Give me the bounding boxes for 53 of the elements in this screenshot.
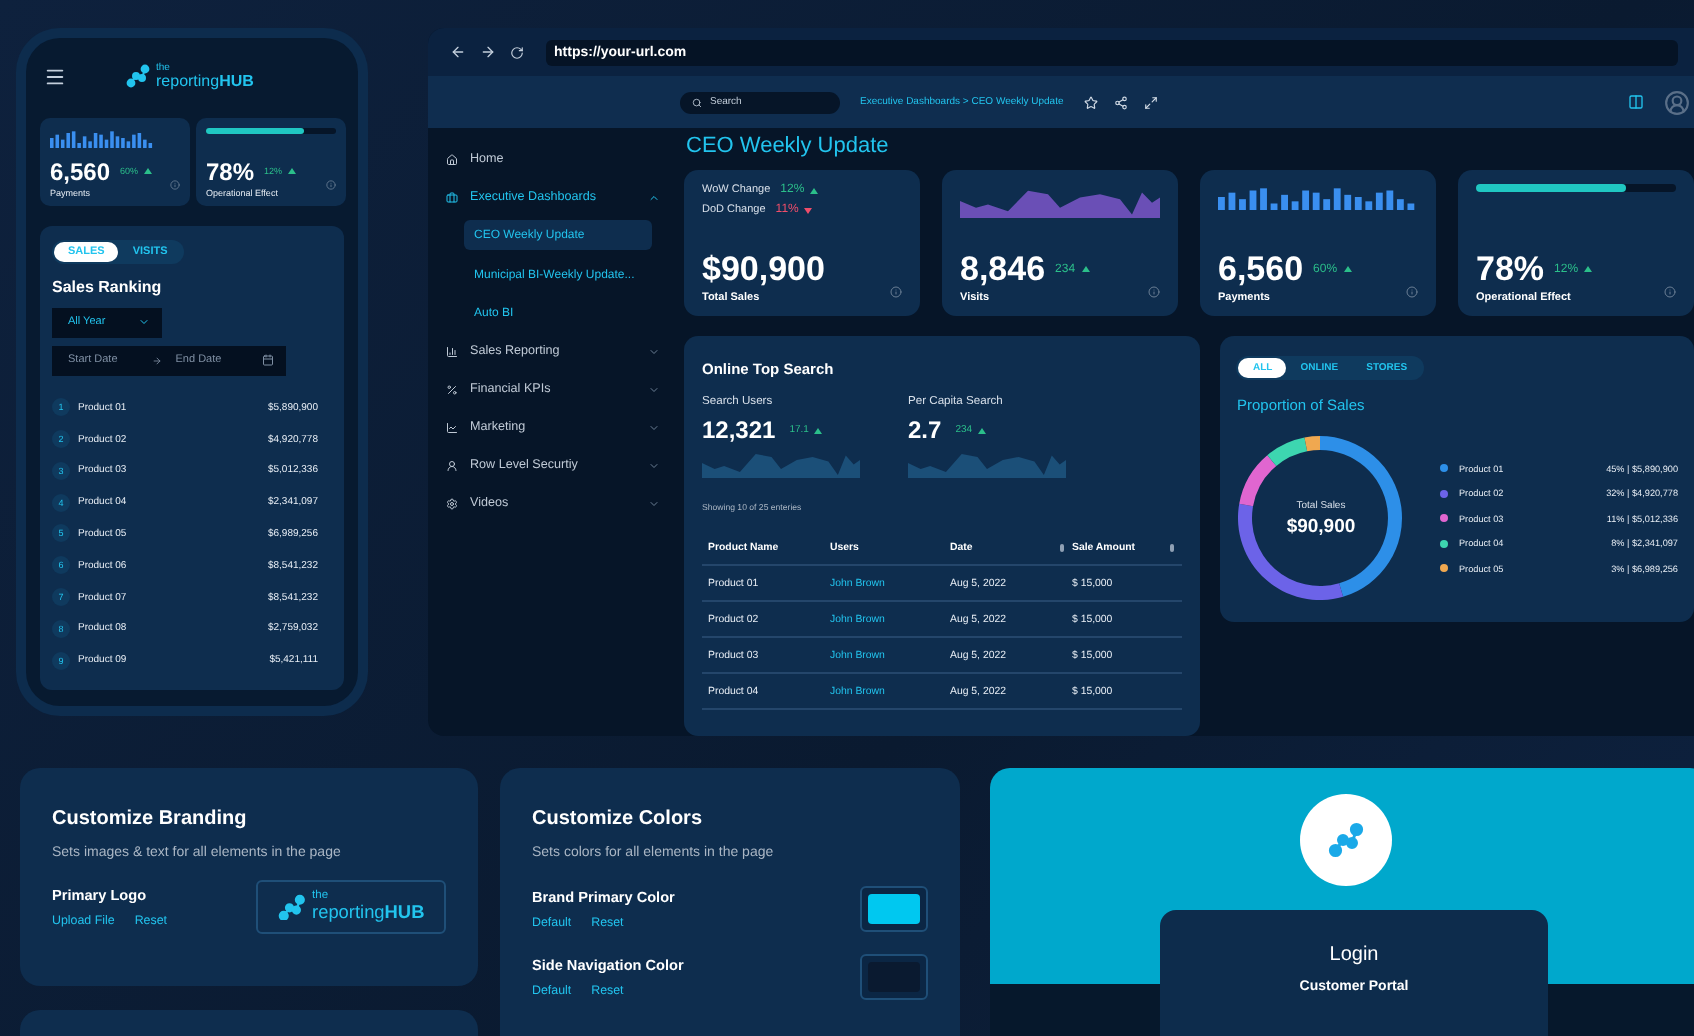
- chevron-down-icon: [648, 497, 660, 509]
- home-icon: [446, 153, 458, 165]
- star-icon[interactable]: [1083, 95, 1098, 109]
- avatar-icon[interactable]: [1664, 89, 1690, 115]
- info-icon[interactable]: [1406, 286, 1418, 298]
- gear-icon: [446, 497, 458, 509]
- chevron-down-icon: [648, 421, 660, 433]
- color-picker[interactable]: [860, 886, 928, 932]
- kpi-value: 8,846: [960, 252, 1046, 286]
- arrow-icon: [151, 355, 162, 366]
- logo-icon: [1328, 822, 1364, 858]
- logo-icon: [126, 64, 150, 89]
- kpi-value: 78%: [206, 157, 255, 186]
- sort-icon[interactable]: [1170, 543, 1175, 551]
- reload-icon[interactable]: [510, 45, 524, 59]
- kpi-value: 78%: [1476, 252, 1545, 286]
- kpi-value: 6,560: [50, 157, 111, 186]
- info-icon[interactable]: [1148, 286, 1160, 298]
- logo-text: reportingHUB: [156, 73, 254, 91]
- kpi-value: $90,900: [702, 252, 825, 286]
- login-title: Login: [1329, 944, 1379, 966]
- search-icon: [692, 97, 702, 107]
- page-title: CEO Weekly Update: [686, 134, 891, 158]
- info-icon[interactable]: [1664, 286, 1676, 298]
- user-icon: [446, 459, 458, 471]
- chevron-up-icon: [648, 191, 660, 203]
- back-icon[interactable]: [450, 44, 466, 60]
- caret-icon: [138, 316, 150, 329]
- line-chart-icon: [446, 421, 458, 433]
- briefcase-icon: [446, 191, 458, 203]
- logo-icon: [277, 893, 306, 921]
- share-icon[interactable]: [1113, 95, 1128, 109]
- chevron-down-icon: [648, 345, 660, 357]
- color-picker[interactable]: [860, 954, 928, 1000]
- chevron-down-icon: [648, 459, 660, 471]
- chevron-down-icon: [648, 383, 660, 395]
- donut-value: $90,900: [1286, 515, 1356, 537]
- menu-icon[interactable]: [44, 65, 66, 88]
- forward-icon[interactable]: [480, 44, 496, 60]
- expand-icon[interactable]: [1143, 95, 1158, 109]
- card-title: Customize Colors: [532, 808, 705, 830]
- bar-chart-icon: [446, 345, 458, 357]
- info-icon[interactable]: [890, 286, 902, 298]
- bar-sparkline-drawing: [50, 131, 153, 148]
- kpi-value: 6,560: [1218, 252, 1304, 286]
- layout-icon[interactable]: [1628, 94, 1644, 110]
- card-title: Customize Branding: [52, 808, 249, 830]
- calendar-icon: [262, 354, 274, 367]
- logo-text: reportingHUB: [312, 902, 425, 923]
- percent-icon: [446, 383, 458, 395]
- metric-value: 12,321: [702, 416, 776, 444]
- metric-value: 2.7: [908, 416, 942, 444]
- panel-title: Sales Ranking: [52, 277, 164, 296]
